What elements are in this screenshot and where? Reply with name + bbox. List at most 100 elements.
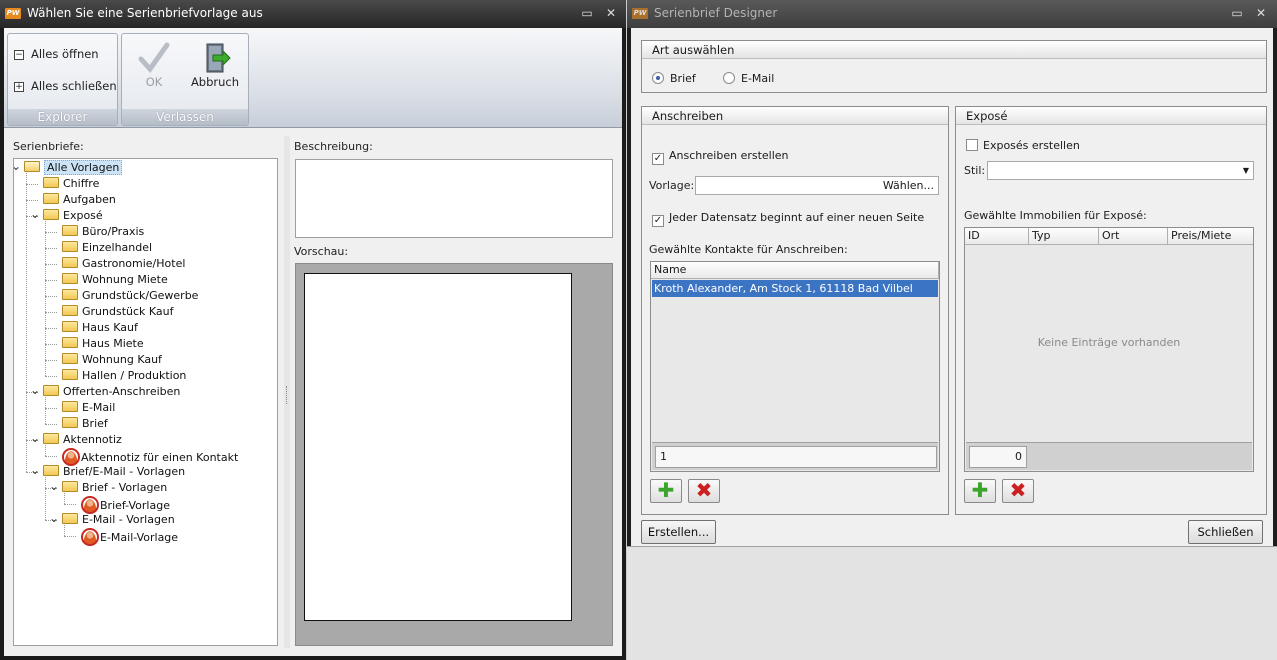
preview-label: Vorschau:	[294, 245, 349, 258]
tree-connector	[45, 296, 57, 297]
tree-template-item[interactable]: E-Mail-Vorlage	[81, 528, 178, 546]
collapse-toggle-icon[interactable]: ⌄	[30, 464, 40, 476]
tree-folder-item[interactable]: Offerten-Anschreiben	[43, 384, 180, 400]
cancel-button[interactable]: Abbruch	[188, 39, 242, 94]
tree-folder-item[interactable]: Wohnung Kauf	[62, 352, 162, 368]
choose-template-button[interactable]: Wählen...	[883, 179, 934, 192]
explorer-group: − Alles öffnen + Alles schließen Explorer	[7, 33, 118, 126]
close-icon[interactable]: ✕	[1253, 5, 1269, 21]
tree-folder-item[interactable]: Alle Vorlagen	[24, 160, 123, 176]
tree-folder-item[interactable]: Gastronomie/Hotel	[62, 256, 185, 272]
app-logo-icon: PW	[632, 8, 648, 19]
tree-folder-item[interactable]: Haus Miete	[62, 336, 144, 352]
create-letter-checkbox[interactable]: ✓ Anschreiben erstellen	[652, 149, 789, 165]
maximize-icon[interactable]: ▭	[579, 5, 595, 21]
collapse-toggle-icon[interactable]: ⌄	[49, 512, 59, 524]
folder-icon	[62, 417, 78, 428]
tree-connector	[45, 221, 46, 376]
collapse-toggle-icon[interactable]: ⌄	[49, 480, 59, 492]
tree-folder-item[interactable]: Aktennotiz	[43, 432, 122, 448]
new-page-checkbox[interactable]: ✓ Jeder Datensatz beginnt auf einer neuen…	[652, 211, 924, 227]
folder-icon	[43, 209, 59, 220]
maximize-icon[interactable]: ▭	[1229, 5, 1245, 21]
splitter[interactable]	[284, 136, 290, 648]
contacts-grid[interactable]: Name Kroth Alexander, Am Stock 1, 61118 …	[650, 261, 940, 472]
tree-folder-item[interactable]: Grundstück/Gewerbe	[62, 288, 198, 304]
collapse-toggle-icon[interactable]: ⌄	[30, 208, 40, 220]
column-location[interactable]: Ort	[1099, 228, 1168, 245]
tree-item-label: Einzelhandel	[82, 241, 153, 254]
collapse-all-button[interactable]: + Alles schließen	[14, 77, 117, 95]
new-page-check-icon: ✓	[652, 215, 664, 227]
contact-row[interactable]: Kroth Alexander, Am Stock 1, 61118 Bad V…	[652, 280, 938, 297]
tree-folder-item[interactable]: Haus Kauf	[62, 320, 138, 336]
collapse-toggle-icon[interactable]: ⌄	[30, 384, 40, 396]
folder-icon	[62, 369, 78, 380]
add-property-button[interactable]: ✚	[964, 479, 996, 503]
create-expose-checkbox[interactable]: Exposés erstellen	[966, 139, 1080, 152]
tree-template-item[interactable]: Brief-Vorlage	[81, 496, 170, 514]
tree-connector	[45, 248, 57, 249]
tree-folder-item[interactable]: Chiffre	[43, 176, 99, 192]
template-person-icon	[81, 528, 99, 546]
expand-all-button[interactable]: − Alles öffnen	[14, 45, 99, 63]
folder-icon	[62, 337, 78, 348]
add-contact-button[interactable]: ✚	[650, 479, 682, 503]
collapse-toggle-icon[interactable]: ⌄	[30, 432, 40, 444]
letter-section-header: Anschreiben	[642, 107, 948, 125]
remove-property-button[interactable]: ✖	[1002, 479, 1034, 503]
tree-folder-item[interactable]: Grundstück Kauf	[62, 304, 174, 320]
ok-button[interactable]: OK	[127, 39, 181, 94]
right-titlebar: PW Serienbrief Designer ▭ ✕	[627, 0, 1277, 28]
tree-folder-item[interactable]: Einzelhandel	[62, 240, 152, 256]
tree-folder-item[interactable]: Exposé	[43, 208, 103, 224]
tree-folder-item[interactable]: Wohnung Miete	[62, 272, 168, 288]
contacts-name-header[interactable]: Name	[651, 262, 939, 279]
tree-folder-item[interactable]: Aufgaben	[43, 192, 116, 208]
template-tree[interactable]: ⌄ Alle Vorlagen Chiffre Aufgaben ⌄ Exposé Büro…	[13, 158, 278, 646]
column-price[interactable]: Preis/Miete	[1168, 228, 1253, 245]
radio-brief[interactable]: Brief	[652, 72, 696, 85]
create-button[interactable]: Erstellen...	[641, 520, 716, 544]
expose-section: Exposé Exposés erstellen Stil: ▼ Gewählt…	[955, 106, 1267, 515]
dropdown-arrow-icon: ▼	[1242, 166, 1249, 175]
create-letter-label: Anschreiben erstellen	[669, 149, 789, 162]
tree-connector	[45, 312, 57, 313]
tree-folder-item[interactable]: Brief/E-Mail - Vorlagen	[43, 464, 185, 480]
tree-template-item[interactable]: Aktennotiz für einen Kontakt	[62, 448, 238, 466]
remove-contact-button[interactable]: ✖	[688, 479, 720, 503]
style-dropdown[interactable]: ▼	[987, 161, 1254, 180]
tree-item-label: Haus Miete	[82, 337, 144, 350]
tree-item-label: Gastronomie/Hotel	[82, 257, 186, 270]
radio-email[interactable]: E-Mail	[723, 72, 774, 85]
tree-connector	[45, 477, 46, 520]
close-button[interactable]: Schließen	[1188, 520, 1263, 544]
folder-icon	[43, 193, 59, 204]
tree-item-label: Offerten-Anschreiben	[63, 385, 181, 398]
tree-folder-item[interactable]: E-Mail - Vorlagen	[62, 512, 175, 528]
tree-folder-item[interactable]: Hallen / Produktion	[62, 368, 186, 384]
tree-folder-item[interactable]: Brief - Vorlagen	[62, 480, 167, 496]
close-icon[interactable]: ✕	[603, 5, 619, 21]
radio-email-label: E-Mail	[741, 72, 775, 85]
properties-count: 0	[969, 446, 1027, 468]
column-id[interactable]: ID	[965, 228, 1029, 245]
tree-connector	[26, 200, 38, 201]
window-title: Wählen Sie eine Serienbriefvorlage aus	[27, 6, 263, 20]
tree-folder-item[interactable]: Büro/Praxis	[62, 224, 144, 240]
tree-item-label: Grundstück Kauf	[82, 305, 174, 318]
properties-grid[interactable]: ID Typ Ort Preis/Miete Keine Einträge vo…	[964, 227, 1254, 472]
tree-item-label: Brief/E-Mail - Vorlagen	[63, 465, 186, 478]
column-type[interactable]: Typ	[1029, 228, 1099, 245]
tree-connector	[45, 456, 57, 457]
create-letter-check-icon: ✓	[652, 153, 664, 165]
preview-area	[295, 263, 613, 646]
template-field[interactable]: Wählen...	[695, 176, 939, 195]
tree-folder-item[interactable]: Brief	[62, 416, 108, 432]
collapse-toggle-icon[interactable]: ⌄	[14, 160, 21, 172]
tree-item-label: Brief - Vorlagen	[82, 481, 168, 494]
contacts-count: 1	[655, 446, 937, 468]
tree-item-label: Brief	[82, 417, 108, 430]
exit-door-icon	[206, 43, 231, 73]
tree-folder-item[interactable]: E-Mail	[62, 400, 115, 416]
